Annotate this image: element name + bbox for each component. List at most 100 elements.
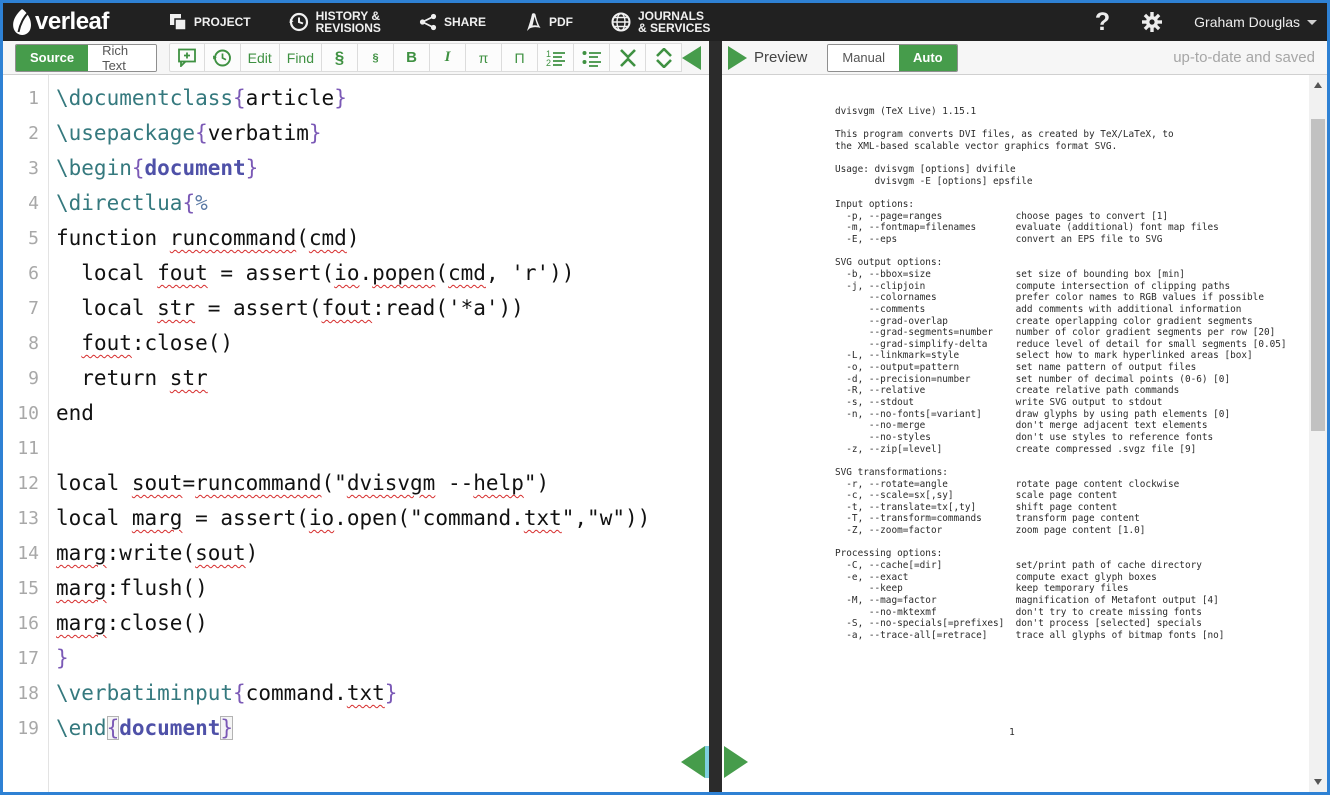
code-line[interactable]: end <box>56 396 709 431</box>
collapse-lines-button[interactable] <box>610 43 646 72</box>
line-number[interactable]: 3 <box>3 151 48 186</box>
code-area[interactable]: \documentclass{article}\usepackage{verba… <box>49 75 709 792</box>
code-line[interactable]: local marg = assert(io.open("command.txt… <box>56 501 709 536</box>
rich-text-mode-button[interactable]: Rich Text <box>88 45 156 71</box>
code-line[interactable]: \usepackage{verbatim} <box>56 116 709 151</box>
scrollbar-thumb[interactable] <box>1311 119 1325 431</box>
history-revert-button[interactable] <box>205 43 241 72</box>
line-number[interactable]: 9 <box>3 361 48 396</box>
line-number[interactable]: 14 <box>3 536 48 571</box>
collapse-chevrons-icon <box>619 48 637 68</box>
user-menu[interactable]: Graham Douglas <box>1194 14 1317 30</box>
source-mode-button[interactable]: Source <box>16 45 88 71</box>
line-number[interactable]: 6 <box>3 256 48 291</box>
pdf-acrobat-icon <box>524 12 542 32</box>
editor-collapse-handle <box>681 746 709 778</box>
bold-button[interactable]: B <box>394 43 430 72</box>
globe-icon <box>611 12 631 32</box>
pdf-preview: dvisvgm (TeX Live) 1.15.1 This program c… <box>722 75 1327 792</box>
preview-scrollbar[interactable] <box>1309 75 1327 792</box>
collapse-left-arrow[interactable] <box>681 746 705 778</box>
code-line[interactable]: \begin{document} <box>56 151 709 186</box>
nav-history-revisions[interactable]: HISTORY & REVISIONS <box>289 10 381 34</box>
numbered-list-button[interactable]: 1 2 <box>538 43 574 72</box>
code-line[interactable]: \end{document} <box>56 711 709 746</box>
nav-journals-services[interactable]: JOURNALS & SERVICES <box>611 10 710 34</box>
editor-buttons: Edit Find § § B I π Π 1 2 <box>169 43 682 72</box>
line-number[interactable]: 2 <box>3 116 48 151</box>
bullet-list-icon <box>582 49 602 67</box>
nav-share[interactable]: SHARE <box>419 13 486 31</box>
collapse-editor-arrow[interactable] <box>682 46 701 70</box>
preview-pane: Preview Manual Auto up-to-date and saved… <box>722 41 1327 792</box>
history-clock-icon <box>289 12 309 32</box>
line-number[interactable]: 4 <box>3 186 48 221</box>
expand-right-arrow[interactable] <box>724 746 748 778</box>
help-button[interactable]: ? <box>1095 8 1110 37</box>
auto-compile-button[interactable]: Auto <box>899 45 957 71</box>
line-number[interactable]: 12 <box>3 466 48 501</box>
code-line[interactable]: local sout=runcommand("dvisvgm --help") <box>56 466 709 501</box>
overleaf-window: verleaf PROJECT HISTORY & REVI <box>0 0 1330 795</box>
line-number[interactable]: 16 <box>3 606 48 641</box>
display-math-button[interactable]: Π <box>502 43 538 72</box>
overleaf-logo[interactable]: verleaf <box>11 8 109 36</box>
code-line[interactable]: \documentclass{article} <box>56 81 709 116</box>
line-number[interactable]: 17 <box>3 641 48 676</box>
line-number[interactable]: 18 <box>3 676 48 711</box>
source-richtext-toggle: Source Rich Text <box>15 44 157 72</box>
code-line[interactable]: marg:write(sout) <box>56 536 709 571</box>
line-number[interactable]: 11 <box>3 431 48 466</box>
line-number[interactable]: 13 <box>3 501 48 536</box>
find-button[interactable]: Find <box>280 43 322 72</box>
code-line[interactable]: \verbatiminput{command.txt} <box>56 676 709 711</box>
nav-pdf[interactable]: PDF <box>524 12 573 32</box>
code-line[interactable]: local fout = assert(io.popen(cmd, 'r')) <box>56 256 709 291</box>
manual-auto-toggle: Manual Auto <box>827 44 957 72</box>
line-number[interactable]: 10 <box>3 396 48 431</box>
code-line[interactable]: function runcommand(cmd) <box>56 221 709 256</box>
svg-text:2: 2 <box>546 58 551 67</box>
resize-grip[interactable] <box>705 746 709 778</box>
expand-lines-button[interactable] <box>646 43 682 72</box>
preview-toolbar: Preview Manual Auto up-to-date and saved <box>722 41 1327 75</box>
section-button[interactable]: § <box>322 43 358 72</box>
top-navbar: verleaf PROJECT HISTORY & REVI <box>3 3 1327 41</box>
code-line[interactable]: return str <box>56 361 709 396</box>
line-number[interactable]: 7 <box>3 291 48 326</box>
preview-label: Preview <box>754 49 807 66</box>
italic-button[interactable]: I <box>430 43 466 72</box>
code-line[interactable]: } <box>56 641 709 676</box>
scrollbar-down-arrow[interactable] <box>1309 774 1327 790</box>
settings-gear-icon[interactable] <box>1140 10 1164 34</box>
line-number[interactable]: 1 <box>3 81 48 116</box>
add-comment-button[interactable] <box>169 43 205 72</box>
comment-plus-icon <box>177 48 197 67</box>
inline-math-button[interactable]: π <box>466 43 502 72</box>
bullet-list-button[interactable] <box>574 43 610 72</box>
expand-chevrons-icon <box>655 48 673 68</box>
edit-button[interactable]: Edit <box>241 43 280 72</box>
line-number[interactable]: 5 <box>3 221 48 256</box>
overleaf-wordmark: verleaf <box>35 8 109 36</box>
line-numbers[interactable]: 12345678910111213141516171819 <box>3 75 49 792</box>
manual-compile-button[interactable]: Manual <box>828 45 899 71</box>
line-number[interactable]: 19 <box>3 711 48 746</box>
code-line[interactable] <box>56 431 709 466</box>
line-number[interactable]: 8 <box>3 326 48 361</box>
user-name: Graham Douglas <box>1194 14 1300 30</box>
pane-divider[interactable] <box>709 41 722 792</box>
subsection-button[interactable]: § <box>358 43 394 72</box>
code-line[interactable]: marg:flush() <box>56 571 709 606</box>
line-number[interactable]: 15 <box>3 571 48 606</box>
code-line[interactable]: \directlua{% <box>56 186 709 221</box>
code-line[interactable]: local str = assert(fout:read('*a')) <box>56 291 709 326</box>
code-editor[interactable]: 12345678910111213141516171819 \documentc… <box>3 75 709 792</box>
nav-project[interactable]: PROJECT <box>169 13 251 31</box>
code-line[interactable]: fout:close() <box>56 326 709 361</box>
pdf-page-number: 1 <box>722 727 1302 738</box>
code-line[interactable]: marg:close() <box>56 606 709 641</box>
refresh-preview-arrow[interactable] <box>728 46 747 70</box>
source-pane: Source Rich Text <box>3 41 709 792</box>
scrollbar-up-arrow[interactable] <box>1309 77 1327 93</box>
